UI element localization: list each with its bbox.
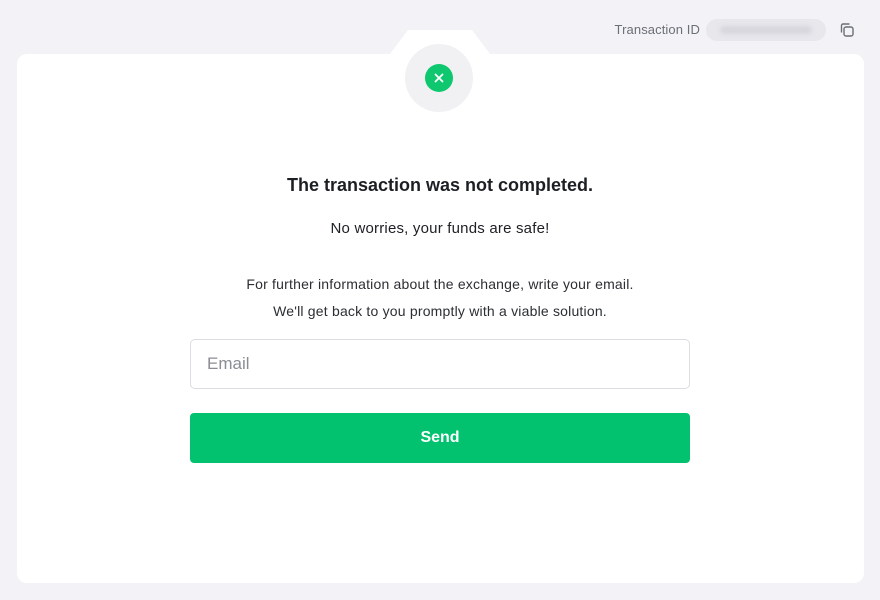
info-text-line-1: For further information about the exchan…	[246, 276, 634, 292]
email-field[interactable]	[190, 339, 690, 389]
close-icon	[425, 64, 453, 92]
page-title: The transaction was not completed.	[286, 175, 594, 195]
send-button[interactable]: Send	[190, 413, 690, 463]
transaction-id-value	[706, 19, 826, 41]
status-badge	[405, 44, 473, 112]
copy-icon[interactable]	[836, 19, 858, 41]
transaction-id-bar: Transaction ID	[615, 18, 858, 42]
transaction-id-label: Transaction ID	[614, 22, 700, 37]
info-text-line-2: We'll get back to you promptly with a vi…	[273, 303, 607, 319]
subtitle: No worries, your funds are safe!	[330, 220, 550, 237]
